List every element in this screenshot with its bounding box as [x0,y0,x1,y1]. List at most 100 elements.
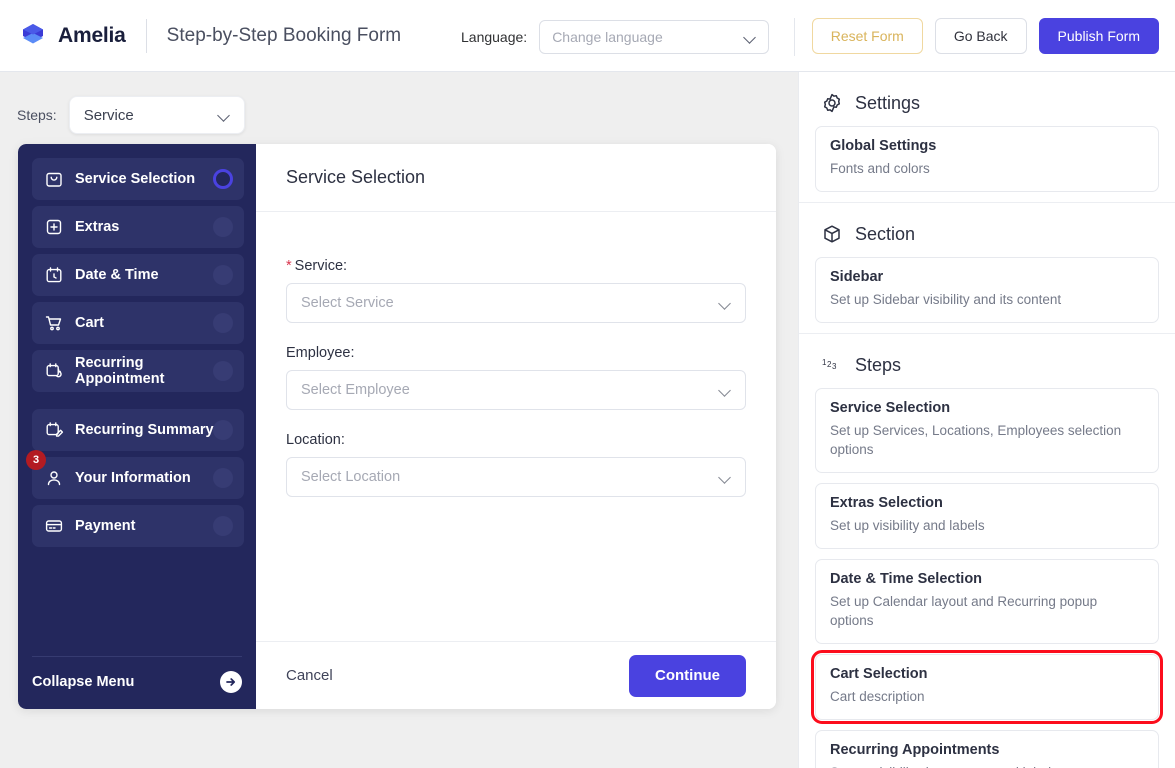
calendar-edit-icon [44,420,64,440]
header-actions: Reset Form Go Back Publish Form [811,18,1159,54]
field-label: * Service: [286,258,348,274]
booking-main: Service Selection * Service: Select Servi… [256,144,776,709]
cube-icon [821,223,843,245]
step-status-indicator [213,265,233,285]
cart-badge: 3 [26,450,46,470]
amelia-logo-icon [18,21,48,51]
language-placeholder: Change language [552,29,663,45]
calendar-refresh-icon [44,361,64,381]
reset-form-button[interactable]: Reset Form [811,18,923,54]
sidebar-item-recurring-appointment[interactable]: Recurring Appointment [32,350,244,392]
step-status-indicator [213,516,233,536]
card-title: Cart Selection [830,666,928,682]
header-divider [145,18,147,53]
bag-icon [44,169,64,189]
user-icon [44,468,64,488]
arrow-right-circle-icon [220,671,242,693]
preview-canvas: Steps: Service Service Selection Extras … [0,72,798,768]
card-global-settings[interactable]: Global Settings Fonts and colors [815,126,1159,192]
steps-selected-value: Service [83,106,134,124]
cart-icon [44,313,64,333]
card-title: Global Settings [830,138,937,154]
collapse-menu-label: Collapse Menu [32,674,135,690]
field-employee: Employee: Select Employee [286,345,746,410]
card-title: Date & Time Selection [830,571,983,587]
plus-square-icon [44,217,64,237]
employee-placeholder: Select Employee [301,382,410,398]
chevron-down-icon [719,384,731,396]
card-sidebar[interactable]: Sidebar Set up Sidebar visibility and it… [815,257,1159,323]
steps-select[interactable]: Service [68,96,245,134]
booking-step-title: Service Selection [286,167,426,187]
step-status-indicator [213,361,233,381]
card-cart-selection[interactable]: Cart Selection Cart description [811,650,1163,724]
card-description: Cart description [830,689,925,704]
card-date-time-selection[interactable]: Date & Time Selection Set up Calendar la… [815,559,1159,644]
sidebar-item-extras[interactable]: Extras [32,206,244,248]
step-status-indicator [213,217,233,237]
section-section-title: Section [855,223,916,244]
step-status-indicator [213,313,233,333]
sidebar-item-payment[interactable]: Payment [32,505,244,547]
card-description: Set up Sidebar visibility and its conten… [830,292,1062,307]
sidebar-divider [32,656,242,657]
steps-selector-bar: Steps: Service [17,96,245,134]
collapse-menu-button[interactable]: Collapse Menu [32,665,242,699]
steps-section-header: 1 2 3 Steps [799,334,1175,388]
card-extras-selection[interactable]: Extras Selection Set up visibility and l… [815,483,1159,549]
step-status-indicator [213,420,233,440]
chevron-down-icon [218,109,230,121]
sidebar-item-your-information[interactable]: Your Information [32,457,244,499]
sidebar-item-cart[interactable]: Cart [32,302,244,344]
publish-form-button[interactable]: Publish Form [1038,18,1159,54]
card-title: Extras Selection [830,495,943,511]
brand: Amelia [18,21,126,51]
booking-step-header: Service Selection [256,144,776,212]
settings-panel: Settings Global Settings Fonts and color… [798,72,1175,768]
booking-sidebar: Service Selection Extras Date & Time Car… [18,144,256,709]
card-title: Sidebar [830,269,884,285]
chevron-down-icon [744,31,756,43]
booking-form-preview: Service Selection Extras Date & Time Car… [18,144,776,709]
sidebar-item-label: Extras [75,219,120,235]
sidebar-item-label: Date & Time [75,267,159,283]
sidebar-item-label: Recurring Appointment [75,355,165,387]
settings-section-title: Settings [855,92,921,113]
app-header: Amelia Step-by-Step Booking Form Languag… [0,0,1175,72]
location-select[interactable]: Select Location [286,457,746,497]
gear-icon [821,92,843,114]
employee-select[interactable]: Select Employee [286,370,746,410]
section-section-header: Section [799,203,1175,257]
service-select[interactable]: Select Service [286,283,746,323]
booking-footer: Cancel Continue [256,641,776,709]
step-status-indicator [213,468,233,488]
continue-button[interactable]: Continue [629,654,746,697]
field-label: Employee: [286,345,355,361]
sidebar-item-label: Recurring Summary [75,422,214,438]
sidebar-item-label: Service Selection [75,171,196,187]
calendar-clock-icon [44,265,64,285]
language-label: Language: [461,29,528,45]
sidebar-item-date-time[interactable]: Date & Time [32,254,244,296]
header-actions-divider [794,18,795,56]
card-description: Set up visibility, button type and label… [830,763,1144,768]
field-location: Location: Select Location [286,432,746,497]
steps-label: Steps: [17,107,57,123]
field-service: * Service: Select Service [286,258,746,323]
go-back-button[interactable]: Go Back [934,18,1027,54]
card-title: Recurring Appointments [830,742,1000,758]
sidebar-item-recurring-summary[interactable]: Recurring Summary [32,409,244,451]
sidebar-item-label: Cart [75,315,105,331]
card-description: Set up Services, Locations, Employees se… [830,423,1122,457]
language-select[interactable]: Change language [539,20,770,54]
sidebar-item-service-selection[interactable]: Service Selection [32,158,244,200]
card-description: Set up visibility and labels [830,518,985,533]
page-title: Step-by-Step Booking Form [166,24,402,46]
steps-section-title: Steps [855,354,902,375]
cancel-button[interactable]: Cancel [286,667,333,684]
required-asterisk: * [286,258,292,274]
card-recurring-appointments[interactable]: Recurring Appointments Set up visibility… [815,730,1159,768]
sidebar-item-label: Your Information [75,470,191,486]
settings-section-header: Settings [799,72,1175,126]
card-service-selection[interactable]: Service Selection Set up Services, Locat… [815,388,1159,473]
